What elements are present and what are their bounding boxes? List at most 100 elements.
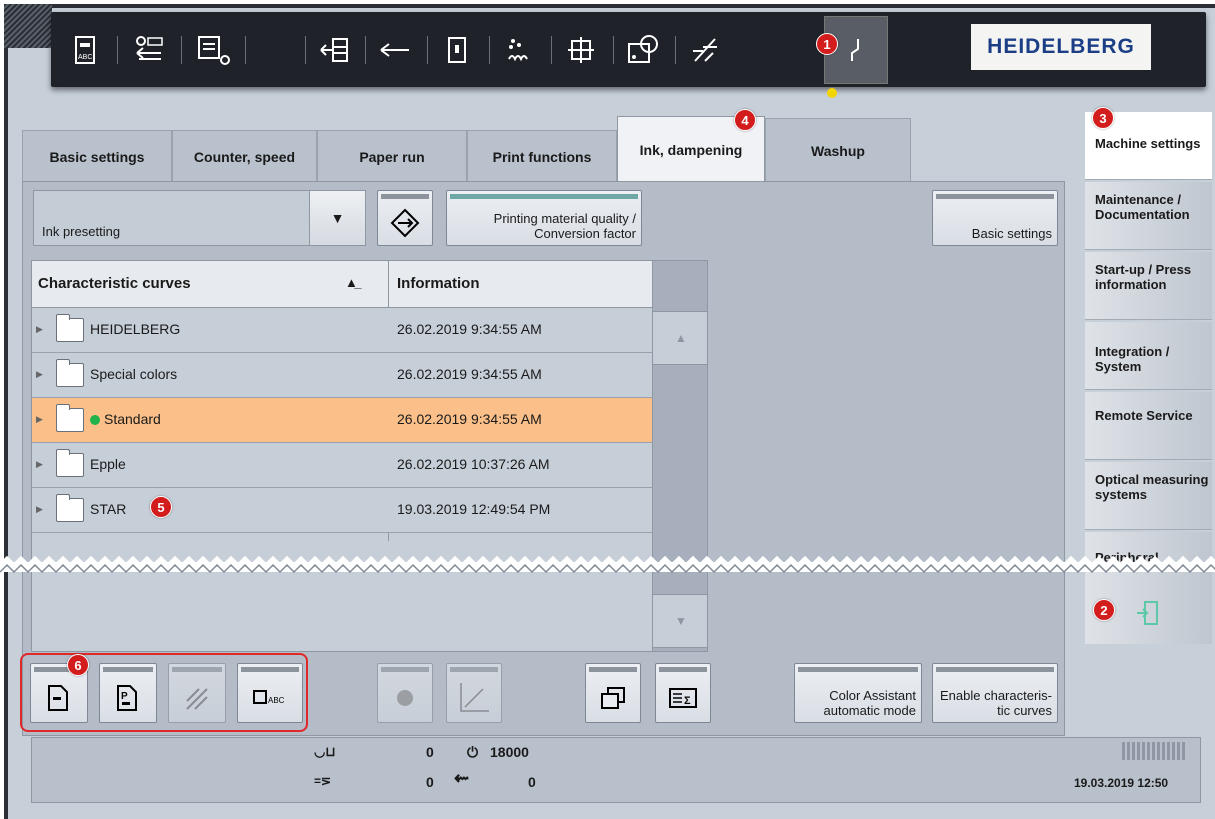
- cut-wave-divider: [0, 556, 1215, 574]
- nav-startup-press-information[interactable]: Start-up / Press information: [1085, 252, 1212, 320]
- callout-badge-6: 6: [67, 654, 89, 676]
- active-status-dot: [90, 415, 100, 425]
- table-scrollbar[interactable]: ▲ ▼: [652, 261, 707, 651]
- enable-curves-label: Enable characteris-tic curves: [940, 688, 1052, 718]
- table-row-selected[interactable]: ▶ Standard 26.02.2019 9:34:55 AM: [32, 398, 652, 443]
- copy-layers-icon: [586, 674, 640, 722]
- tab-basic-settings[interactable]: Basic settings: [22, 130, 172, 182]
- svg-text:Σ: Σ: [684, 695, 691, 707]
- record-dot-icon: [378, 674, 432, 722]
- row-name: STAR: [90, 501, 127, 517]
- top-toolbar: ABC HEIDELBERG: [51, 12, 1206, 98]
- nav-maintenance-documentation[interactable]: Maintenance / Documentation: [1085, 182, 1212, 250]
- highlight-box: [20, 653, 308, 732]
- status-value-3: 0: [426, 774, 434, 790]
- folder-icon: [56, 494, 84, 522]
- table-header: Characteristic curves ▲̲ Information: [32, 261, 652, 308]
- transfer-button[interactable]: [377, 190, 433, 246]
- row-info: 19.03.2019 12:49:54 PM: [397, 501, 551, 517]
- paper-roll-icon[interactable]: [191, 28, 235, 72]
- scroll-down-button[interactable]: ▼: [653, 594, 707, 648]
- nav-optical-measuring-systems[interactable]: Optical measuring systems: [1085, 462, 1212, 530]
- exit-door-icon: [1135, 600, 1161, 632]
- basic-settings-button[interactable]: Basic settings: [932, 190, 1058, 246]
- enable-curves-button[interactable]: Enable characteris-tic curves: [932, 663, 1058, 723]
- status-datetime: 19.03.2019 12:50: [1074, 776, 1169, 790]
- characteristic-curves-table: Characteristic curves ▲̲ Information ▶ H…: [31, 260, 708, 652]
- record-button[interactable]: [377, 663, 433, 723]
- status-bar: [31, 737, 1201, 803]
- expand-arrow-icon[interactable]: ▶: [36, 414, 43, 425]
- summary-sigma-icon: Σ: [656, 674, 710, 722]
- folder-icon: [56, 359, 84, 387]
- expand-arrow-icon[interactable]: ▶: [36, 369, 43, 380]
- job-abc-icon[interactable]: ABC: [63, 28, 107, 72]
- tab-washup[interactable]: Washup: [765, 118, 911, 182]
- status-value-1: 0: [426, 744, 434, 760]
- callout-badge-1: 1: [816, 33, 838, 55]
- table-row[interactable]: ▶ HEIDELBERG 26.02.2019 9:34:55 AM: [32, 308, 652, 353]
- ink-presetting-dropdown[interactable]: Ink presetting ▼: [33, 190, 366, 246]
- folder-icon: [56, 314, 84, 342]
- table-row[interactable]: ▶ Special colors 26.02.2019 9:34:55 AM: [32, 353, 652, 398]
- nav-remote-service[interactable]: Remote Service: [1085, 392, 1212, 460]
- signal-bars-icon: [1122, 742, 1186, 760]
- transfer-diamond-icon: [378, 201, 432, 245]
- plate-icon[interactable]: [435, 28, 479, 72]
- power-icon: ⏻: [467, 744, 479, 760]
- row-info: 26.02.2019 9:34:55 AM: [397, 366, 542, 382]
- status-value-2: 18000: [490, 744, 529, 760]
- callout-badge-2: 2: [1093, 599, 1115, 621]
- color-assistant-button[interactable]: Color Assistant automatic mode: [794, 663, 922, 723]
- ink-presetting-value: Ink presetting: [42, 224, 121, 239]
- window-grip: [4, 4, 52, 48]
- machine-settings-icon[interactable]: [834, 28, 878, 72]
- tab-counter-speed[interactable]: Counter, speed: [172, 130, 317, 182]
- column-information[interactable]: Information: [397, 275, 480, 292]
- delivery-arrow-icon: ⇜: [454, 768, 470, 788]
- callout-badge-5: 5: [150, 496, 172, 518]
- nav-integration-system[interactable]: Integration / System: [1085, 322, 1212, 390]
- callout-badge-3: 3: [1092, 107, 1114, 129]
- sheet-counter-icon: ◡⊔: [314, 744, 336, 759]
- register-icon[interactable]: [559, 28, 603, 72]
- ink-preset-icon[interactable]: [621, 28, 665, 72]
- graph-axis-icon: [447, 674, 501, 722]
- basic-settings-label: Basic settings: [971, 226, 1052, 241]
- counter-reset-icon[interactable]: [127, 28, 171, 72]
- powder-icon[interactable]: [497, 28, 541, 72]
- scroll-up-button[interactable]: ▲: [653, 311, 707, 365]
- row-info: 26.02.2019 9:34:55 AM: [397, 411, 542, 427]
- callout-badge-4: 4: [734, 109, 756, 131]
- expand-arrow-icon[interactable]: ▶: [36, 324, 43, 335]
- row-name: Epple: [90, 456, 126, 472]
- chevron-down-icon[interactable]: ▼: [309, 191, 365, 245]
- row-info: 26.02.2019 9:34:55 AM: [397, 321, 542, 337]
- status-yellow-dot: [827, 88, 837, 98]
- row-info: 26.02.2019 10:37:26 AM: [397, 456, 550, 472]
- expand-arrow-icon[interactable]: ▶: [36, 459, 43, 470]
- tab-print-functions[interactable]: Print functions: [467, 130, 617, 182]
- table-row[interactable]: ▶ Epple 26.02.2019 10:37:26 AM: [32, 443, 652, 488]
- delivery-icon[interactable]: [373, 28, 417, 72]
- curve-graph-button[interactable]: [446, 663, 502, 723]
- sort-ascending-icon[interactable]: ▲̲: [345, 275, 358, 290]
- column-characteristic-curves[interactable]: Characteristic curves: [38, 275, 191, 292]
- row-name: HEIDELBERG: [90, 321, 181, 337]
- waste-counter-icon: =⋝: [314, 774, 332, 788]
- copy-layers-button[interactable]: [585, 663, 641, 723]
- tab-paper-run[interactable]: Paper run: [317, 130, 467, 182]
- folder-icon: [56, 449, 84, 477]
- summary-button[interactable]: Σ: [655, 663, 711, 723]
- printing-material-label: Printing material quality / Conversion f…: [493, 211, 636, 241]
- svg-text:ABC: ABC: [78, 54, 92, 61]
- paper-run-icon[interactable]: [683, 28, 727, 72]
- row-name: Standard: [104, 411, 161, 427]
- feeder-icon[interactable]: [313, 28, 357, 72]
- expand-arrow-icon[interactable]: ▶: [36, 504, 43, 515]
- table-row[interactable]: ▶ STAR 19.03.2019 12:49:54 PM: [32, 488, 652, 533]
- heidelberg-logo: HEIDELBERG: [971, 24, 1151, 70]
- printing-material-button[interactable]: Printing material quality / Conversion f…: [446, 190, 642, 246]
- row-name: Special colors: [90, 366, 178, 382]
- folder-icon: [56, 404, 84, 432]
